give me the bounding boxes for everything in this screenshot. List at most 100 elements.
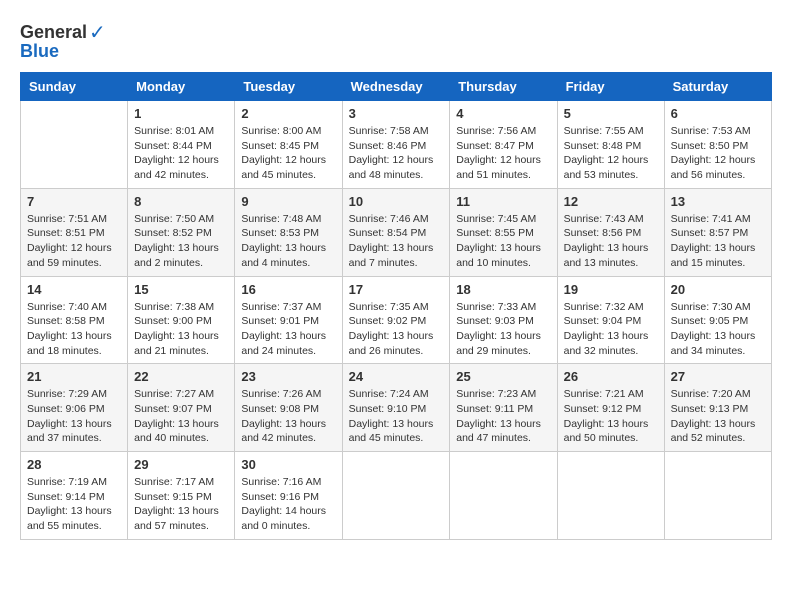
cell-info: Sunrise: 7:38 AM Sunset: 9:00 PM Dayligh… [134,300,228,359]
day-number: 10 [349,194,444,209]
calendar-cell: 7 Sunrise: 7:51 AM Sunset: 8:51 PM Daylig… [21,188,128,276]
day-number: 14 [27,282,121,297]
day-number: 6 [671,106,765,121]
calendar-cell [21,101,128,189]
cell-info: Sunrise: 7:32 AM Sunset: 9:04 PM Dayligh… [564,300,658,359]
calendar-cell: 4 Sunrise: 7:56 AM Sunset: 8:47 PM Daylig… [450,101,557,189]
cell-info: Sunrise: 7:41 AM Sunset: 8:57 PM Dayligh… [671,212,765,271]
cell-info: Sunrise: 7:56 AM Sunset: 8:47 PM Dayligh… [456,124,550,183]
calendar-cell: 18 Sunrise: 7:33 AM Sunset: 9:03 PM Dayli… [450,276,557,364]
day-number: 22 [134,369,228,384]
day-header-wednesday: Wednesday [342,73,450,101]
day-number: 28 [27,457,121,472]
cell-info: Sunrise: 7:43 AM Sunset: 8:56 PM Dayligh… [564,212,658,271]
calendar-cell: 2Sunrise: 8:00 AM Sunset: 8:45 PM Daylig… [235,101,342,189]
day-number: 16 [241,282,335,297]
cell-info: Sunrise: 7:19 AM Sunset: 9:14 PM Dayligh… [27,475,121,534]
calendar-cell: 8 Sunrise: 7:50 AM Sunset: 8:52 PM Daylig… [128,188,235,276]
cell-info: Sunrise: 7:29 AM Sunset: 9:06 PM Dayligh… [27,387,121,446]
calendar-cell: 10Sunrise: 7:46 AM Sunset: 8:54 PM Dayli… [342,188,450,276]
day-header-tuesday: Tuesday [235,73,342,101]
cell-info: Sunrise: 7:55 AM Sunset: 8:48 PM Dayligh… [564,124,658,183]
calendar-cell: 19 Sunrise: 7:32 AM Sunset: 9:04 PM Dayli… [557,276,664,364]
calendar-cell: 27 Sunrise: 7:20 AM Sunset: 9:13 PM Dayli… [664,364,771,452]
day-number: 26 [564,369,658,384]
cell-info: Sunrise: 7:23 AM Sunset: 9:11 PM Dayligh… [456,387,550,446]
calendar-cell: 25 Sunrise: 7:23 AM Sunset: 9:11 PM Dayli… [450,364,557,452]
day-number: 8 [134,194,228,209]
calendar-cell: 17Sunrise: 7:35 AM Sunset: 9:02 PM Dayli… [342,276,450,364]
calendar-cell: 6 Sunrise: 7:53 AM Sunset: 8:50 PM Daylig… [664,101,771,189]
calendar-cell: 13 Sunrise: 7:41 AM Sunset: 8:57 PM Dayli… [664,188,771,276]
cell-info: Sunrise: 7:53 AM Sunset: 8:50 PM Dayligh… [671,124,765,183]
day-number: 5 [564,106,658,121]
calendar-cell: 28 Sunrise: 7:19 AM Sunset: 9:14 PM Dayli… [21,452,128,540]
cell-info: Sunrise: 7:51 AM Sunset: 8:51 PM Dayligh… [27,212,121,271]
calendar-cell: 22 Sunrise: 7:27 AM Sunset: 9:07 PM Dayli… [128,364,235,452]
calendar-cell [557,452,664,540]
cell-info: Sunrise: 7:58 AM Sunset: 8:46 PM Dayligh… [349,124,444,183]
day-number: 1 [134,106,228,121]
calendar-cell: 15 Sunrise: 7:38 AM Sunset: 9:00 PM Dayli… [128,276,235,364]
day-number: 21 [27,369,121,384]
day-number: 7 [27,194,121,209]
calendar-cell: 1 Sunrise: 8:01 AM Sunset: 8:44 PM Daylig… [128,101,235,189]
day-number: 4 [456,106,550,121]
day-number: 25 [456,369,550,384]
calendar-cell: 9 Sunrise: 7:48 AM Sunset: 8:53 PM Daylig… [235,188,342,276]
calendar-cell [450,452,557,540]
cell-info: Sunrise: 7:37 AM Sunset: 9:01 PM Dayligh… [241,300,335,359]
calendar-cell: 14 Sunrise: 7:40 AM Sunset: 8:58 PM Dayli… [21,276,128,364]
day-number: 18 [456,282,550,297]
calendar-cell: 20 Sunrise: 7:30 AM Sunset: 9:05 PM Dayli… [664,276,771,364]
cell-info: Sunrise: 7:48 AM Sunset: 8:53 PM Dayligh… [241,212,335,271]
calendar-cell [342,452,450,540]
calendar-cell: 3 Sunrise: 7:58 AM Sunset: 8:46 PM Daylig… [342,101,450,189]
cell-info: Sunrise: 7:17 AM Sunset: 9:15 PM Dayligh… [134,475,228,534]
day-header-saturday: Saturday [664,73,771,101]
calendar-cell: 11 Sunrise: 7:45 AM Sunset: 8:55 PM Dayli… [450,188,557,276]
calendar-cell: 16 Sunrise: 7:37 AM Sunset: 9:01 PM Dayli… [235,276,342,364]
day-number: 27 [671,369,765,384]
cell-info: Sunrise: 7:16 AM Sunset: 9:16 PM Dayligh… [241,475,335,534]
cell-info: Sunrise: 7:26 AM Sunset: 9:08 PM Dayligh… [241,387,335,446]
cell-info: Sunrise: 7:45 AM Sunset: 8:55 PM Dayligh… [456,212,550,271]
day-header-thursday: Thursday [450,73,557,101]
logo-blue-text: Blue [20,41,59,62]
day-number: 30 [241,457,335,472]
day-number: 29 [134,457,228,472]
day-number: 13 [671,194,765,209]
day-header-friday: Friday [557,73,664,101]
day-number: 11 [456,194,550,209]
cell-info: Sunrise: 7:50 AM Sunset: 8:52 PM Dayligh… [134,212,228,271]
calendar-cell: 21 Sunrise: 7:29 AM Sunset: 9:06 PM Dayli… [21,364,128,452]
cell-info: Sunrise: 7:40 AM Sunset: 8:58 PM Dayligh… [27,300,121,359]
day-header-sunday: Sunday [21,73,128,101]
calendar-cell: 5 Sunrise: 7:55 AM Sunset: 8:48 PM Daylig… [557,101,664,189]
day-number: 15 [134,282,228,297]
cell-info: Sunrise: 8:00 AM Sunset: 8:45 PM Dayligh… [241,124,335,183]
cell-info: Sunrise: 8:01 AM Sunset: 8:44 PM Dayligh… [134,124,228,183]
cell-info: Sunrise: 7:24 AM Sunset: 9:10 PM Dayligh… [349,387,444,446]
calendar-cell: 24 Sunrise: 7:24 AM Sunset: 9:10 PM Dayli… [342,364,450,452]
calendar-cell [664,452,771,540]
calendar-cell: 12 Sunrise: 7:43 AM Sunset: 8:56 PM Dayli… [557,188,664,276]
calendar-cell: 26Sunrise: 7:21 AM Sunset: 9:12 PM Dayli… [557,364,664,452]
cell-info: Sunrise: 7:33 AM Sunset: 9:03 PM Dayligh… [456,300,550,359]
day-number: 12 [564,194,658,209]
logo-text: General [20,22,87,43]
day-number: 24 [349,369,444,384]
cell-info: Sunrise: 7:30 AM Sunset: 9:05 PM Dayligh… [671,300,765,359]
day-number: 19 [564,282,658,297]
day-number: 20 [671,282,765,297]
day-number: 3 [349,106,444,121]
day-header-monday: Monday [128,73,235,101]
logo: General ✓ Blue [20,20,106,62]
day-number: 9 [241,194,335,209]
day-number: 17 [349,282,444,297]
cell-info: Sunrise: 7:20 AM Sunset: 9:13 PM Dayligh… [671,387,765,446]
calendar-cell: 29 Sunrise: 7:17 AM Sunset: 9:15 PM Dayli… [128,452,235,540]
cell-info: Sunrise: 7:27 AM Sunset: 9:07 PM Dayligh… [134,387,228,446]
calendar-cell: 30 Sunrise: 7:16 AM Sunset: 9:16 PM Dayli… [235,452,342,540]
day-number: 23 [241,369,335,384]
